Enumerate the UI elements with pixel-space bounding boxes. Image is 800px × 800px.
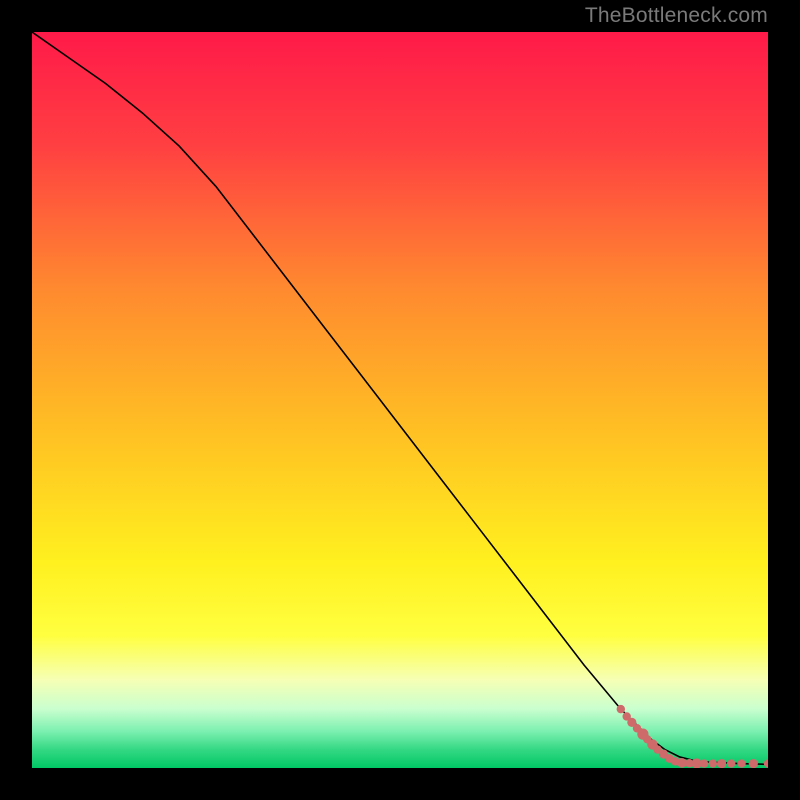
- data-point: [709, 759, 717, 767]
- data-point: [717, 759, 726, 768]
- data-point: [727, 759, 735, 767]
- watermark-text: TheBottleneck.com: [585, 4, 768, 28]
- data-point: [700, 759, 708, 767]
- chart-svg: [32, 32, 768, 768]
- plot-area: [32, 32, 768, 768]
- chart-frame: TheBottleneck.com: [0, 0, 800, 800]
- gradient-background: [32, 32, 768, 768]
- data-point: [617, 705, 625, 713]
- data-point: [749, 759, 758, 768]
- data-point: [737, 759, 745, 767]
